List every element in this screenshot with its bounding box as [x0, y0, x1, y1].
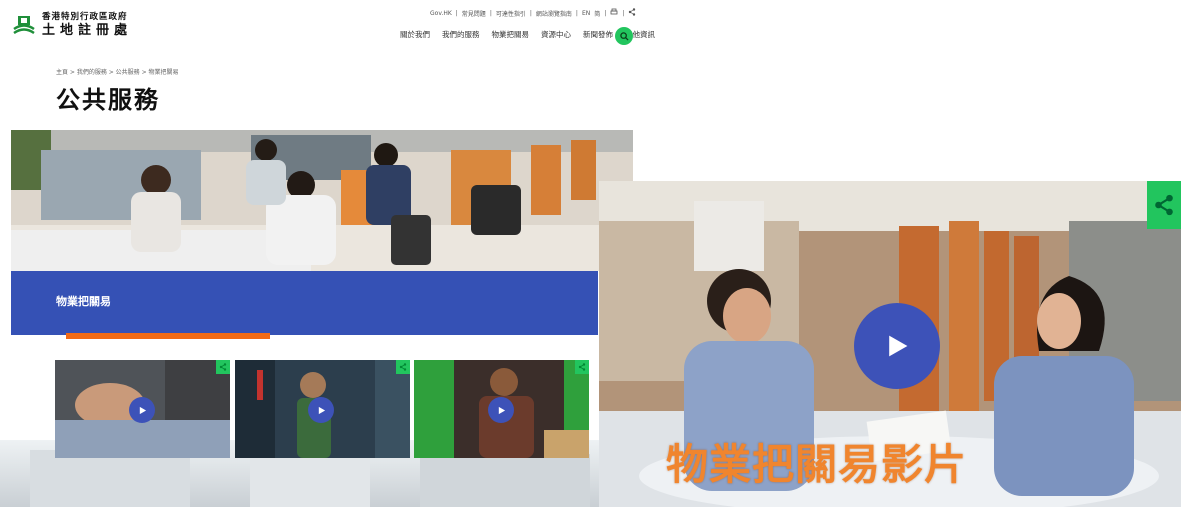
video-caption: 物業把關易影片 [666, 440, 968, 489]
play-icon [498, 406, 505, 414]
util-link-browse-guide[interactable]: 網站瀏覽指南 [536, 9, 572, 18]
video-thumbnail-1[interactable] [55, 360, 230, 458]
print-icon[interactable] [610, 8, 618, 18]
breadcrumb[interactable]: 主頁 > 我們的服務 > 公共服務 > 物業把關易 [56, 67, 179, 76]
nav-our-services[interactable]: 我們的服務 [442, 29, 480, 40]
search-icon [619, 31, 629, 41]
util-link-accessibility[interactable]: 可達性指引 [496, 9, 526, 18]
share-icon [1155, 194, 1173, 216]
logo-government-name: 香港特別行政區政府 [42, 12, 128, 23]
share-icon [399, 363, 407, 371]
search-button[interactable] [615, 27, 633, 45]
land-registry-logo-icon [12, 13, 36, 37]
featured-video-player[interactable]: 物業把關易影片 [599, 181, 1181, 507]
play-button[interactable] [854, 303, 940, 389]
page-title: 公共服務 [56, 86, 160, 114]
util-link-english[interactable]: EN [582, 10, 590, 17]
logo-department-name: 土地註冊處 [42, 22, 133, 38]
active-tab-indicator [66, 333, 270, 339]
video-thumbnail-3[interactable] [414, 360, 589, 458]
play-button[interactable] [488, 397, 514, 423]
utility-links: Gov.HK | 常見問題 | 可達性指引 | 網站瀏覽指南 | EN 简 | | [430, 8, 636, 18]
util-link-govhk[interactable]: Gov.HK [430, 10, 452, 17]
share-button[interactable] [216, 360, 230, 374]
nav-resource-centre[interactable]: 資源中心 [541, 29, 571, 40]
share-button[interactable] [396, 360, 410, 374]
nav-about-us[interactable]: 關於我們 [400, 29, 430, 40]
nav-press-releases[interactable]: 新聞發佈 [583, 29, 613, 40]
share-button[interactable] [1147, 181, 1181, 229]
banner-label: 物業把關易 [56, 295, 111, 308]
util-link-simplified[interactable]: 简 [594, 9, 600, 18]
hero-office-photo [11, 130, 633, 271]
video-thumbnail-2[interactable] [235, 360, 410, 458]
util-link-faq[interactable]: 常見問題 [462, 9, 486, 18]
share-icon [219, 363, 227, 371]
site-logo[interactable]: 香港特別行政區政府 土地註冊處 [12, 13, 132, 37]
share-button[interactable] [575, 360, 589, 374]
nav-property-smart[interactable]: 物業把關易 [492, 29, 530, 40]
play-icon [889, 335, 908, 357]
share-icon [578, 363, 586, 371]
share-icon[interactable] [628, 8, 636, 18]
property-smart-banner[interactable]: 物業把關易 [11, 271, 598, 335]
play-button[interactable] [308, 397, 334, 423]
play-button[interactable] [129, 397, 155, 423]
play-icon [318, 406, 325, 414]
play-icon [139, 406, 146, 414]
